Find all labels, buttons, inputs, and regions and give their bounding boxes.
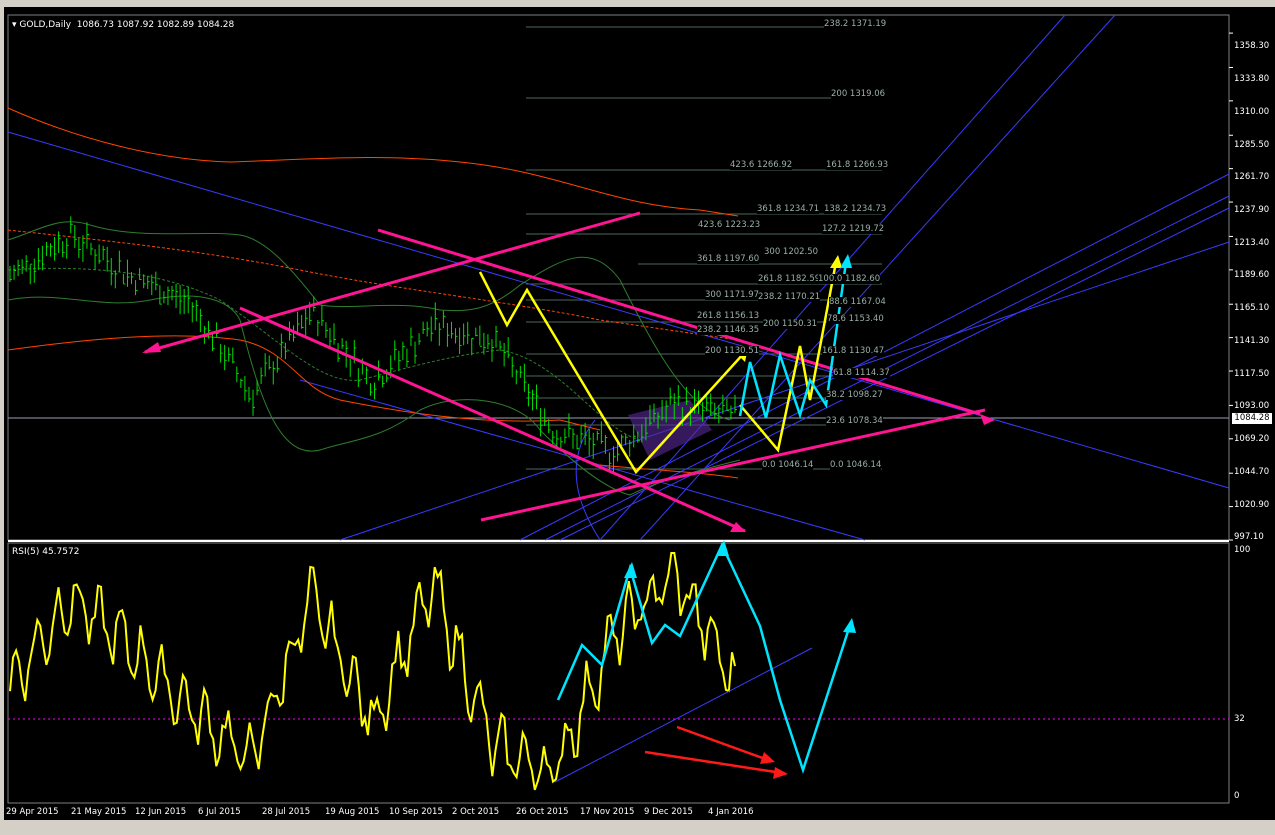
consolidation-zone <box>628 400 712 460</box>
rsi-cyan-arrowheads <box>624 540 856 633</box>
fib-label: 200 1150.31 <box>763 319 818 329</box>
ohlc-values: 1086.73 1087.92 1082.89 1084.28 <box>76 20 235 30</box>
rsi-header: RSI(5) 45.7572 <box>12 547 80 557</box>
fib-label: 38.2 1098.27 <box>826 390 883 400</box>
fib-label: 200 1130.51 <box>705 346 760 356</box>
x-tick-label: 26 Oct 2015 <box>516 807 569 817</box>
current-price-label: 1084.28 <box>1232 413 1272 424</box>
y-tick-label: 1237.90 <box>1234 205 1270 215</box>
rsi-y-tick-label: 100 <box>1234 545 1251 555</box>
x-tick-label: 19 Aug 2015 <box>325 807 380 817</box>
fib-label: 161.8 1130.47 <box>822 346 885 356</box>
fib-label: 361.8 1234.71 <box>757 204 820 214</box>
y-tick-label: 1333.80 <box>1234 74 1270 84</box>
y-tick-label: 1310.00 <box>1234 107 1270 117</box>
y-axis-ticks <box>1229 32 1233 541</box>
y-tick-label: 1020.90 <box>1234 500 1270 510</box>
rsi-line <box>9 552 736 791</box>
fib-label: 100.0 1182.60 <box>818 274 881 284</box>
bollinger-bands <box>7 221 741 496</box>
fib-label: 261.8 1182.59 <box>758 274 821 284</box>
fib-label: 161.8 1266.93 <box>826 160 889 170</box>
y-tick-label: 1044.70 <box>1234 467 1270 477</box>
y-tick-label: 1165.10 <box>1234 303 1270 313</box>
y-tick-label: 1213.40 <box>1234 238 1270 248</box>
y-tick-label: 1093.00 <box>1234 401 1270 411</box>
x-tick-label: 2 Oct 2015 <box>452 807 500 817</box>
fib-label: 0.0 1046.14 <box>830 460 882 470</box>
y-tick-label: 1189.60 <box>1234 270 1270 280</box>
main-chart-header: ▾ GOLD,Daily 1086.73 1087.92 1082.89 108… <box>12 20 235 30</box>
x-tick-label: 9 Dec 2015 <box>644 807 693 817</box>
x-tick-label: 17 Nov 2015 <box>580 807 635 817</box>
fib-label: 238.2 1371.19 <box>824 19 887 29</box>
rsi-red-arrows <box>644 725 783 775</box>
fib-label: 200 1319.06 <box>831 89 886 99</box>
fib-label: 423.6 1266.92 <box>730 160 793 170</box>
x-tick-label: 10 Sep 2015 <box>389 807 443 817</box>
y-tick-label: 1141.30 <box>1234 336 1270 346</box>
fib-label: 423.6 1223.23 <box>698 220 761 230</box>
fib-label: 361.8 1197.60 <box>697 254 760 264</box>
y-tick-label: 1358.30 <box>1234 41 1270 51</box>
x-tick-label: 21 May 2015 <box>71 807 127 817</box>
symbol-label: GOLD,Daily <box>19 20 72 30</box>
cyan-arrowheads <box>840 254 852 268</box>
fib-label: 300 1171.97 <box>705 290 760 300</box>
rsi-red-arrowheads <box>760 752 788 779</box>
fib-label: 238.2 1146.35 <box>697 325 760 335</box>
x-tick-label: 28 Jul 2015 <box>262 807 311 817</box>
y-tick-label: 997.10 <box>1234 532 1264 542</box>
chart-canvas[interactable] <box>0 0 1275 835</box>
fib-label: 300 1202.50 <box>764 247 819 257</box>
y-tick-label: 1069.20 <box>1234 434 1270 444</box>
y-tick-label: 1117.50 <box>1234 369 1270 379</box>
fib-label: 61.8 1114.37 <box>833 368 890 378</box>
fib-label: 0.0 1046.14 <box>762 460 814 470</box>
fib-label: 78.6 1153.40 <box>827 314 884 324</box>
fib-label: 261.8 1156.13 <box>697 311 760 321</box>
y-tick-label: 1261.70 <box>1234 172 1270 182</box>
fib-label: 138.2 1234.73 <box>824 204 887 214</box>
rsi-y-tick-label: 32 <box>1234 714 1245 724</box>
rsi-y-tick-label: 0 <box>1234 791 1240 801</box>
fib-label: 127.2 1219.72 <box>822 224 885 234</box>
x-tick-label: 29 Apr 2015 <box>6 807 59 817</box>
x-tick-label: 4 Jan 2016 <box>708 807 754 817</box>
y-tick-label: 1285.50 <box>1234 140 1270 150</box>
x-tick-label: 6 Jul 2015 <box>198 807 241 817</box>
fib-label: 238.2 1170.21 <box>758 292 821 302</box>
fib-level-lines <box>526 26 882 470</box>
fib-label: 88.6 1167.04 <box>829 297 886 307</box>
fib-label: 23.6 1078.34 <box>826 416 883 426</box>
x-tick-label: 12 Jun 2015 <box>135 807 187 817</box>
rsi-panel-border <box>7 542 1230 804</box>
